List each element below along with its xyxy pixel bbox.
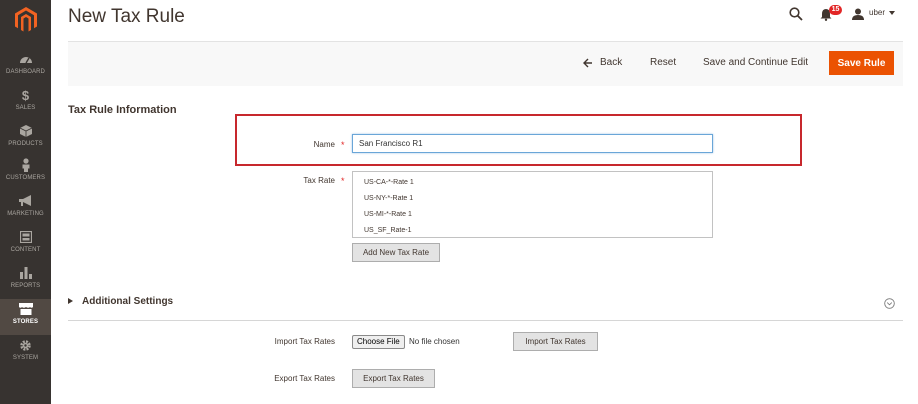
sidebar-item-label: SYSTEM [12,355,39,361]
magento-logo[interactable] [0,0,51,40]
notifications-count-badge: 15 [829,5,842,15]
name-label: Name [313,140,335,149]
dashboard-icon [19,52,33,66]
divider [68,320,903,321]
page-title: New Tax Rule [68,6,185,27]
megaphone-icon [18,194,33,208]
tax-rate-option[interactable]: US_SF_Rate-1 [353,223,712,239]
sidebar-item-content[interactable]: CONTENT [0,227,51,263]
name-input[interactable] [352,134,713,153]
dollar-icon: $ [21,87,30,103]
layout-icon [19,230,33,244]
required-asterisk: * [341,140,345,150]
sidebar-item-customers[interactable]: CUSTOMERS [0,155,51,191]
sidebar-item-sales[interactable]: $ SALES [0,85,51,121]
back-button[interactable]: Back [600,57,622,68]
search-icon[interactable] [789,7,803,21]
magento-logo-icon [14,7,37,32]
tax-rate-option[interactable]: US-NY-*-Rate 1 [353,191,712,207]
no-file-chosen-text: No file chosen [409,337,460,346]
chevron-down-icon[interactable] [889,11,895,15]
export-tax-rates-label: Export Tax Rates [274,374,335,383]
tax-rate-option[interactable]: US-MI-*-Rate 1 [353,207,712,223]
arrow-left-icon[interactable] [583,56,593,68]
user-icon[interactable] [852,7,865,20]
bar-chart-icon [19,266,33,280]
username[interactable]: uber [869,8,885,17]
sidebar-item-label: CONTENT [10,247,41,253]
sidebar-item-label: MARKETING [7,211,44,217]
sidebar-item-marketing[interactable]: MARKETING [0,191,51,227]
sidebar-item-label: STORES [12,319,39,325]
sidebar-item-reports[interactable]: REPORTS [0,263,51,299]
store-icon [18,302,33,316]
tax-rate-multiselect[interactable]: US-CA-*-Rate 1 US-NY-*-Rate 1 US-MI-*-Ra… [352,171,713,238]
sidebar-item-system[interactable]: SYSTEM [0,335,51,371]
chevron-circle-icon[interactable] [884,296,895,309]
tax-rate-label: Tax Rate [303,176,335,185]
additional-settings-toggle[interactable]: Additional Settings [82,296,173,307]
sidebar-item-label: REPORTS [10,283,41,289]
add-new-tax-rate-button[interactable]: Add New Tax Rate [352,243,440,262]
sidebar-item-label: PRODUCTS [8,141,43,147]
sidebar-item-products[interactable]: PRODUCTS [0,121,51,157]
reset-button[interactable]: Reset [650,57,676,68]
tax-rate-option[interactable]: US-CA-*-Rate 1 [353,175,712,191]
person-icon [19,158,33,172]
required-asterisk: * [341,176,345,186]
admin-sidebar: DASHBOARD $ SALES PRODUCTS CUSTOMERS MAR… [0,0,51,404]
sidebar-item-label: SALES [15,105,36,111]
sidebar-item-dashboard[interactable]: DASHBOARD [0,49,51,85]
import-tax-rates-button[interactable]: Import Tax Rates [513,332,598,351]
cube-icon [19,124,33,138]
export-tax-rates-button[interactable]: Export Tax Rates [352,369,435,388]
sidebar-item-label: DASHBOARD [6,69,45,75]
sidebar-item-stores[interactable]: STORES [0,299,51,335]
expand-triangle-icon[interactable] [68,298,73,304]
section-title: Tax Rule Information [68,104,177,116]
save-and-continue-button[interactable]: Save and Continue Edit [703,57,808,68]
save-rule-button[interactable]: Save Rule [829,51,894,75]
import-tax-rates-label: Import Tax Rates [274,337,335,346]
choose-file-button[interactable]: Choose File [352,335,405,349]
gear-icon [19,338,33,352]
sidebar-item-label: CUSTOMERS [5,175,46,181]
